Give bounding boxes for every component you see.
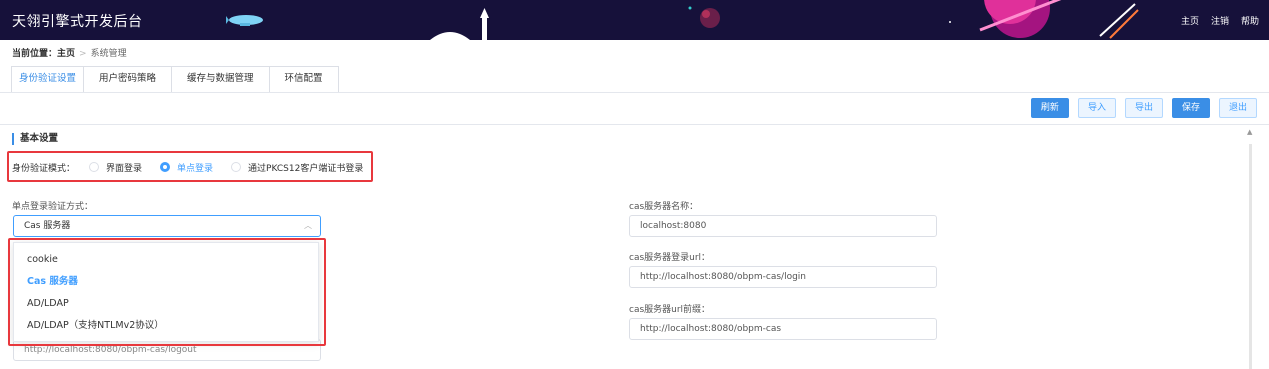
header-links: 主页 注销 帮助 — [1181, 14, 1259, 27]
vertical-scrollbar[interactable]: ▲ — [1243, 126, 1259, 369]
action-toolbar: 刷新 导入 导出 保存 退出 — [1030, 98, 1257, 118]
radio-pkcs12-login-label: 通过PKCS12客户端证书登录 — [248, 163, 364, 174]
cas-login-url-input[interactable]: http://localhost:8080/obpm-cas/login — [629, 266, 937, 288]
breadcrumb-current: 系统管理 — [90, 49, 127, 59]
refresh-button[interactable]: 刷新 — [1030, 98, 1069, 118]
section-title: 基本设置 — [12, 133, 58, 145]
breadcrumb-separator: > — [79, 49, 87, 59]
sso-method-dropdown: cookie Cas 服务器 AD/LDAP AD/LDAP（支持NTLMv2协… — [13, 242, 319, 342]
settings-tabs: 身份验证设置 用户密码策略 缓存与数据管理 环信配置 — [11, 66, 339, 92]
cas-url-prefix-input[interactable]: http://localhost:8080/obpm-cas — [629, 318, 937, 340]
dropdown-option-ad-ldap-ntlm[interactable]: AD/LDAP（支持NTLMv2协议） — [14, 315, 318, 337]
space-illustration — [430, 0, 1139, 40]
top-header: 天翎引擎式开发后台 主页 注销 帮助 — [0, 0, 1269, 40]
auth-mode-group: 身份验证模式： 界面登录 单点登录 通过PKCS12客户端证书登录 — [12, 160, 381, 174]
radio-sso-login-label: 单点登录 — [177, 163, 214, 174]
radio-circle-checked-icon[interactable] — [160, 162, 171, 172]
breadcrumb-prefix: 当前位置： — [12, 49, 58, 59]
blimp-icon — [226, 15, 263, 26]
radio-circle-icon[interactable] — [89, 162, 100, 172]
logout-url-input[interactable]: http://localhost:8080/obpm-cas/logout — [13, 339, 321, 361]
scroll-track[interactable] — [1249, 144, 1252, 369]
sso-method-value: Cas 服务器 — [24, 221, 71, 231]
toolbar-divider — [0, 124, 1269, 125]
tab-password-policy[interactable]: 用户密码策略 — [84, 66, 173, 92]
export-button[interactable]: 导出 — [1124, 98, 1163, 118]
breadcrumb: 当前位置：主页 > 系统管理 — [12, 46, 127, 59]
radio-pkcs12-login[interactable]: 通过PKCS12客户端证书登录 — [231, 161, 363, 174]
radio-ui-login[interactable]: 界面登录 — [89, 161, 142, 174]
chevron-up-icon: ︿ — [304, 221, 312, 230]
logout-link[interactable]: 注销 — [1211, 14, 1229, 27]
app-title: 天翎引擎式开发后台 — [12, 14, 143, 30]
tab-cache-data[interactable]: 缓存与数据管理 — [172, 66, 270, 92]
sso-method-select[interactable]: Cas 服务器 ︿ — [13, 215, 321, 237]
tab-auth-settings[interactable]: 身份验证设置 — [11, 66, 84, 92]
cas-server-name-label: cas服务器名称： — [629, 202, 699, 212]
sso-method-label: 单点登录验证方式： — [12, 202, 94, 212]
import-button[interactable]: 导入 — [1077, 98, 1116, 118]
cas-login-url-value: http://localhost:8080/obpm-cas/login — [640, 272, 806, 282]
cas-server-name-input[interactable]: localhost:8080 — [629, 215, 937, 237]
breadcrumb-home[interactable]: 主页 — [57, 49, 75, 59]
cas-url-prefix-label: cas服务器url前缀： — [629, 305, 711, 315]
cas-url-prefix-value: http://localhost:8080/obpm-cas — [640, 324, 782, 334]
cas-login-url-label: cas服务器登录url： — [629, 253, 711, 263]
save-button[interactable]: 保存 — [1171, 98, 1210, 118]
tab-easemob-config[interactable]: 环信配置 — [269, 66, 339, 92]
auth-mode-label: 身份验证模式： — [12, 163, 76, 174]
radio-circle-icon[interactable] — [231, 162, 242, 172]
logout-url-value: http://localhost:8080/obpm-cas/logout — [24, 345, 197, 355]
dropdown-option-cookie[interactable]: cookie — [14, 249, 318, 271]
radio-ui-login-label: 界面登录 — [106, 163, 143, 174]
dropdown-option-ad-ldap[interactable]: AD/LDAP — [14, 293, 318, 315]
dropdown-option-cas[interactable]: Cas 服务器 — [14, 271, 318, 293]
radio-sso-login[interactable]: 单点登录 — [160, 161, 213, 174]
cas-server-name-value: localhost:8080 — [640, 221, 707, 231]
home-link[interactable]: 主页 — [1181, 14, 1199, 27]
help-link[interactable]: 帮助 — [1241, 14, 1259, 27]
tab-divider — [0, 92, 1269, 93]
scroll-up-icon[interactable]: ▲ — [1247, 128, 1252, 136]
exit-button[interactable]: 退出 — [1218, 98, 1257, 118]
